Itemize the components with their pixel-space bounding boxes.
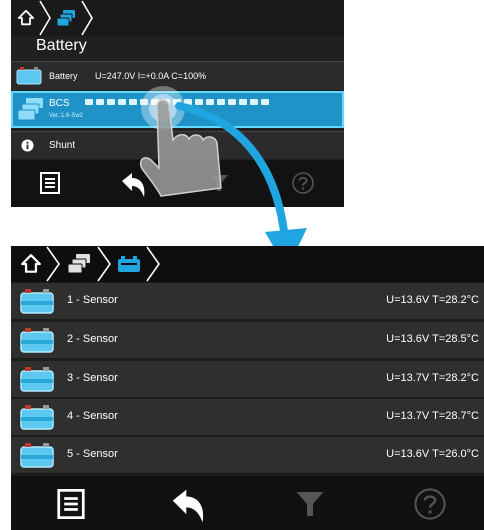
breadcrumb-separator	[46, 246, 60, 282]
breadcrumb-separator	[39, 0, 51, 36]
sensor-row[interactable]: 4 - Sensor U=13.7V T=28.7°C	[11, 399, 484, 435]
sensor-values: U=13.6V T=28.5°C	[386, 333, 479, 345]
info-icon	[21, 139, 34, 152]
breadcrumb-separator	[81, 0, 93, 36]
shunt-label: Shunt	[49, 140, 76, 151]
home-icon	[21, 254, 41, 273]
sensor-name: 2 - Sensor	[67, 333, 118, 345]
sensor-values: U=13.6V T=28.2°C	[386, 294, 479, 306]
help-icon	[414, 488, 446, 520]
sensor-values: U=13.6V T=26.0°C	[386, 448, 479, 460]
battery-icon	[16, 67, 42, 85]
battery-icon	[20, 328, 54, 353]
home-breadcrumb[interactable]	[13, 0, 39, 36]
sensor-row[interactable]: 5 - Sensor U=13.6V T=26.0°C	[11, 437, 484, 473]
sensor-name: 3 - Sensor	[67, 372, 118, 384]
battery-icon	[20, 289, 54, 314]
list-button[interactable]	[55, 488, 87, 520]
breadcrumb	[11, 246, 484, 282]
sensor-name: 5 - Sensor	[67, 448, 118, 460]
sensor-name: 4 - Sensor	[67, 410, 118, 422]
sensor-row[interactable]: 3 - Sensor U=13.7V T=28.2°C	[11, 361, 484, 397]
filter-icon	[296, 492, 324, 516]
bcs-version: Ver.:1.6-Sw2	[49, 113, 84, 119]
sensor-row[interactable]: 2 - Sensor U=13.6V T=28.5°C	[11, 322, 484, 358]
list-icon	[57, 489, 85, 519]
filter-button[interactable]	[294, 488, 326, 520]
home-icon	[17, 9, 35, 26]
footer-toolbar	[11, 476, 484, 530]
battery-stack-icon	[17, 98, 43, 121]
home-breadcrumb[interactable]	[17, 246, 45, 282]
back-button[interactable]	[169, 486, 209, 526]
battery-stack-breadcrumb[interactable]	[51, 0, 81, 36]
list-button[interactable]	[37, 170, 63, 196]
battery-icon	[20, 367, 54, 392]
sensor-name: 1 - Sensor	[67, 294, 118, 306]
sensor-values: U=13.7V T=28.7°C	[386, 410, 479, 422]
sensor-row[interactable]: 1 - Sensor U=13.6V T=28.2°C	[11, 283, 484, 319]
breadcrumb	[11, 0, 344, 36]
battery-icon	[20, 443, 54, 468]
list-icon	[40, 172, 60, 194]
battery-icon	[118, 256, 140, 272]
battery-icon	[20, 405, 54, 430]
battery-stack-breadcrumb[interactable]	[63, 246, 95, 282]
sensor-values: U=13.7V T=28.2°C	[386, 372, 479, 384]
bcs-label: BCS	[49, 98, 70, 109]
breadcrumb-separator	[97, 246, 111, 282]
page-title: Battery	[36, 37, 87, 54]
back-icon	[172, 489, 204, 523]
help-button[interactable]	[413, 487, 447, 521]
battery-breadcrumb[interactable]	[114, 246, 144, 282]
sensor-list-screen: 1 - Sensor U=13.6V T=28.2°C 2 - Sensor U…	[11, 246, 484, 530]
battery-stack-icon	[67, 254, 90, 274]
battery-label: Battery	[49, 71, 78, 81]
battery-stack-icon	[56, 10, 75, 27]
breadcrumb-separator	[146, 246, 160, 282]
